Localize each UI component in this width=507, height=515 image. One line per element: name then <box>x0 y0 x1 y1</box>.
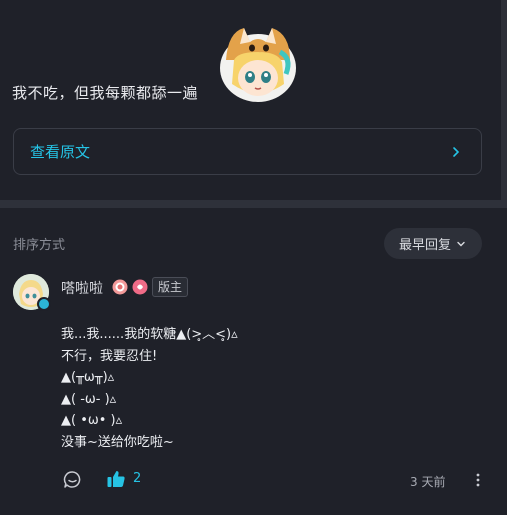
comments-section: 排序方式 最早回复 嗒啦啦 版主 我...我......我的软糖▲(>̥︿<̥)… <box>0 208 507 515</box>
section-divider <box>0 200 507 208</box>
chevron-right-icon <box>453 146 460 157</box>
moderator-tag: 版主 <box>152 277 189 297</box>
scrollbar[interactable] <box>501 0 507 200</box>
comment-icon[interactable] <box>63 470 82 489</box>
like-count: 2 <box>133 471 142 486</box>
post-section: 我不吃，但我每颗都舔一遍 查看原文 <box>0 0 507 200</box>
chevron-down-icon <box>457 241 465 246</box>
shiba-girl-sticker <box>220 28 296 102</box>
medal-badge-icon <box>132 279 148 295</box>
view-original-label: 查看原文 <box>30 143 91 161</box>
comment-line: ▲( -ω- )▵ <box>61 391 117 407</box>
comment-line: ▲(╥ω╥)▵ <box>61 370 115 385</box>
sort-label: 排序方式 <box>13 238 66 253</box>
comment-body: 我...我......我的软糖▲(>̥︿<̥)▵ 不行，我要忍住! ▲(╥ω╥)… <box>61 324 238 453</box>
verified-badge-icon <box>37 297 51 311</box>
thumbs-up-icon[interactable] <box>106 469 126 489</box>
comment-line: ▲( •ω• )▵ <box>61 413 123 428</box>
view-original-button[interactable]: 查看原文 <box>13 128 482 175</box>
comment-line: 没事~送给你吃啦~ <box>61 434 174 450</box>
comment-username[interactable]: 嗒啦啦 <box>61 278 103 298</box>
level-badge-icon <box>112 279 128 295</box>
more-vertical-icon[interactable] <box>472 472 484 488</box>
sort-selected-label: 最早回复 <box>398 238 451 253</box>
post-text: 我不吃，但我每颗都舔一遍 <box>12 84 199 102</box>
comment-time: 3 天前 <box>410 475 446 489</box>
comment-line: 不行，我要忍住! <box>61 348 158 364</box>
comment-line: 我...我......我的软糖▲(>̥︿<̥)▵ <box>61 327 238 342</box>
sort-dropdown[interactable]: 最早回复 <box>384 228 482 259</box>
